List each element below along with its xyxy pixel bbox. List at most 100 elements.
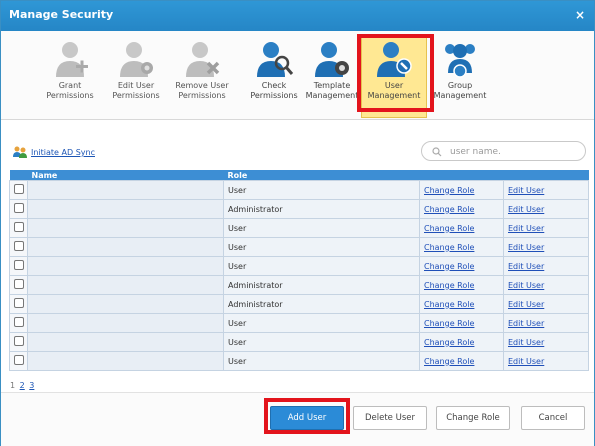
cancel-button[interactable]: Cancel xyxy=(521,406,585,430)
user-search-box xyxy=(421,141,586,161)
check-permissions-button[interactable]: Check Permissions xyxy=(243,39,305,115)
table-row: User Change Role Edit User xyxy=(9,351,589,371)
edit-user-permissions-button[interactable]: Edit User Permissions xyxy=(105,39,167,115)
user-search-input[interactable] xyxy=(448,144,582,160)
row-change-role-link[interactable]: Change Role xyxy=(419,332,504,352)
edit-user-link[interactable]: Edit User xyxy=(508,243,544,252)
row-checkbox[interactable] xyxy=(9,351,28,371)
row-change-role-link[interactable]: Change Role xyxy=(419,199,504,219)
change-role-link[interactable]: Change Role xyxy=(424,224,474,233)
checkbox[interactable] xyxy=(13,203,24,213)
edit-user-permissions-label: Edit User Permissions xyxy=(112,81,160,100)
checkbox[interactable] xyxy=(13,336,24,346)
edit-user-link[interactable]: Edit User xyxy=(508,319,544,328)
checkbox[interactable] xyxy=(13,317,24,327)
row-role: User xyxy=(223,313,420,333)
edit-user-link[interactable]: Edit User xyxy=(508,300,544,309)
header-action-1 xyxy=(419,170,504,181)
page-link-2[interactable]: 2 xyxy=(20,381,25,390)
row-checkbox[interactable] xyxy=(9,256,28,276)
change-role-link[interactable]: Change Role xyxy=(424,262,474,271)
change-role-link[interactable]: Change Role xyxy=(424,357,474,366)
checkbox[interactable] xyxy=(13,355,24,365)
row-role: User xyxy=(223,351,420,371)
edit-user-link[interactable]: Edit User xyxy=(508,224,544,233)
header-action-2 xyxy=(503,170,589,181)
edit-user-link[interactable]: Edit User xyxy=(508,281,544,290)
row-role: Administrator xyxy=(223,199,420,219)
close-icon[interactable]: × xyxy=(575,8,585,22)
change-role-link[interactable]: Change Role xyxy=(424,186,474,195)
row-name xyxy=(27,180,224,200)
change-role-link[interactable]: Change Role xyxy=(424,300,474,309)
row-name xyxy=(27,313,224,333)
row-checkbox[interactable] xyxy=(9,275,28,295)
change-role-link[interactable]: Change Role xyxy=(424,319,474,328)
row-checkbox[interactable] xyxy=(9,199,28,219)
page-link-3[interactable]: 3 xyxy=(29,381,34,390)
row-edit-user-link[interactable]: Edit User xyxy=(503,237,589,257)
row-edit-user-link[interactable]: Edit User xyxy=(503,199,589,219)
row-change-role-link[interactable]: Change Role xyxy=(419,180,504,200)
row-change-role-link[interactable]: Change Role xyxy=(419,294,504,314)
initiate-ad-sync-link[interactable]: Initiate AD Sync xyxy=(13,146,95,158)
row-change-role-link[interactable]: Change Role xyxy=(419,256,504,276)
delete-user-button[interactable]: Delete User xyxy=(353,406,427,430)
row-edit-user-link[interactable]: Edit User xyxy=(503,313,589,333)
add-user-button[interactable]: Add User xyxy=(270,406,344,430)
row-change-role-link[interactable]: Change Role xyxy=(419,313,504,333)
row-checkbox[interactable] xyxy=(9,180,28,200)
checkbox[interactable] xyxy=(13,279,24,289)
change-role-link[interactable]: Change Role xyxy=(424,205,474,214)
row-checkbox[interactable] xyxy=(9,218,28,238)
header-name[interactable]: Name xyxy=(27,170,224,181)
grant-permissions-button[interactable]: Grant Permissions xyxy=(39,39,101,115)
ad-sync-users-icon xyxy=(13,146,27,158)
dialog-footer: Add User Delete User Change Role Cancel xyxy=(1,392,594,446)
edit-user-link[interactable]: Edit User xyxy=(508,357,544,366)
row-edit-user-link[interactable]: Edit User xyxy=(503,275,589,295)
change-role-button[interactable]: Change Role xyxy=(436,406,510,430)
edit-user-link[interactable]: Edit User xyxy=(508,338,544,347)
row-change-role-link[interactable]: Change Role xyxy=(419,237,504,257)
row-checkbox[interactable] xyxy=(9,294,28,314)
edit-user-link[interactable]: Edit User xyxy=(508,262,544,271)
group-management-button[interactable]: Group Management xyxy=(429,39,491,115)
checkbox[interactable] xyxy=(13,222,24,232)
initiate-ad-sync-label: Initiate AD Sync xyxy=(31,148,95,157)
edit-user-link[interactable]: Edit User xyxy=(508,186,544,195)
row-edit-user-link[interactable]: Edit User xyxy=(503,332,589,352)
row-checkbox[interactable] xyxy=(9,237,28,257)
user-management-button[interactable]: User Management xyxy=(361,36,427,118)
edit-user-permissions-icon xyxy=(120,42,153,77)
pagination: 1 2 3 xyxy=(10,381,36,390)
row-role: User xyxy=(223,256,420,276)
template-management-icon xyxy=(315,42,349,77)
row-edit-user-link[interactable]: Edit User xyxy=(503,218,589,238)
row-name xyxy=(27,218,224,238)
toolbar-ribbon: Grant Permissions Edit User Permissions … xyxy=(1,31,594,120)
row-edit-user-link[interactable]: Edit User xyxy=(503,180,589,200)
remove-user-permissions-button[interactable]: Remove User Permissions xyxy=(171,39,233,115)
row-edit-user-link[interactable]: Edit User xyxy=(503,351,589,371)
change-role-link[interactable]: Change Role xyxy=(424,281,474,290)
edit-user-link[interactable]: Edit User xyxy=(508,205,544,214)
row-change-role-link[interactable]: Change Role xyxy=(419,218,504,238)
user-management-icon xyxy=(377,42,412,77)
title-bar: Manage Security × xyxy=(1,1,594,31)
group-management-label: Group Management xyxy=(433,81,487,100)
header-role[interactable]: Role xyxy=(223,170,420,181)
checkbox[interactable] xyxy=(13,184,24,194)
template-management-button[interactable]: Template Management xyxy=(301,39,363,115)
row-checkbox[interactable] xyxy=(9,332,28,352)
row-edit-user-link[interactable]: Edit User xyxy=(503,256,589,276)
change-role-link[interactable]: Change Role xyxy=(424,243,474,252)
checkbox[interactable] xyxy=(13,241,24,251)
row-change-role-link[interactable]: Change Role xyxy=(419,275,504,295)
row-edit-user-link[interactable]: Edit User xyxy=(503,294,589,314)
row-checkbox[interactable] xyxy=(9,313,28,333)
checkbox[interactable] xyxy=(13,260,24,270)
row-change-role-link[interactable]: Change Role xyxy=(419,351,504,371)
checkbox[interactable] xyxy=(13,298,24,308)
change-role-link[interactable]: Change Role xyxy=(424,338,474,347)
